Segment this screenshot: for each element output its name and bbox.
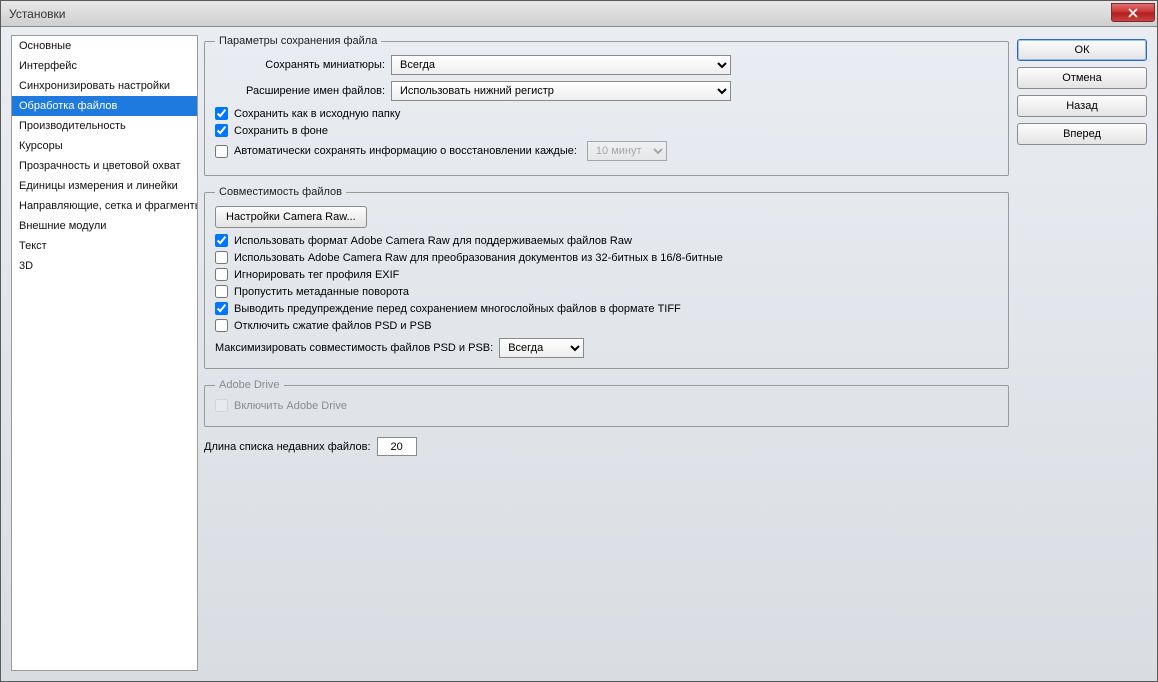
autosave-label: Автоматически сохранять информацию о вос… <box>234 145 577 157</box>
sidebar-item-transparency[interactable]: Прозрачность и цветовой охват <box>12 156 197 176</box>
use-acr-raw-label: Использовать формат Adobe Camera Raw для… <box>234 235 632 247</box>
tiff-warning-label: Выводить предупреждение перед сохранение… <box>234 303 681 315</box>
skip-rotation-checkbox[interactable] <box>215 285 228 298</box>
adobe-drive-group: Adobe Drive Включить Adobe Drive <box>204 379 1009 427</box>
recent-files-row: Длина списка недавних файлов: <box>204 437 1009 456</box>
save-original-label: Сохранить как в исходную папку <box>234 108 400 120</box>
back-button[interactable]: Назад <box>1017 95 1147 117</box>
use-acr-convert-checkbox[interactable] <box>215 251 228 264</box>
file-save-group: Параметры сохранения файла Сохранять мин… <box>204 35 1009 176</box>
file-save-legend: Параметры сохранения файла <box>215 35 381 47</box>
main-panel: Параметры сохранения файла Сохранять мин… <box>204 35 1009 671</box>
sidebar: Основные Интерфейс Синхронизировать наст… <box>11 35 198 671</box>
sidebar-item-general[interactable]: Основные <box>12 36 197 56</box>
tiff-warning-checkbox[interactable] <box>215 302 228 315</box>
use-acr-convert-label: Использовать Adobe Camera Raw для преобр… <box>234 252 723 264</box>
camera-raw-settings-button[interactable]: Настройки Camera Raw... <box>215 206 367 228</box>
sidebar-item-type[interactable]: Текст <box>12 236 197 256</box>
compat-legend: Совместимость файлов <box>215 186 346 198</box>
save-background-checkbox-row: Сохранить в фоне <box>215 124 998 137</box>
close-icon <box>1128 8 1138 18</box>
sidebar-item-cursors[interactable]: Курсоры <box>12 136 197 156</box>
disable-psd-compress-checkbox[interactable] <box>215 319 228 332</box>
content-area: Основные Интерфейс Синхронизировать наст… <box>1 27 1157 681</box>
adobe-drive-legend: Adobe Drive <box>215 379 284 391</box>
save-original-checkbox[interactable] <box>215 107 228 120</box>
ok-button[interactable]: ОК <box>1017 39 1147 61</box>
enable-adobe-drive-checkbox <box>215 399 228 412</box>
autosave-checkbox-row: Автоматически сохранять информацию о вос… <box>215 141 998 161</box>
forward-button[interactable]: Вперед <box>1017 123 1147 145</box>
titlebar: Установки <box>1 1 1157 27</box>
window-title: Установки <box>9 7 65 21</box>
enable-adobe-drive-label: Включить Adobe Drive <box>234 400 347 412</box>
sidebar-item-performance[interactable]: Производительность <box>12 116 197 136</box>
sidebar-item-sync-settings[interactable]: Синхронизировать настройки <box>12 76 197 96</box>
ignore-exif-label: Игнорировать тег профиля EXIF <box>234 269 399 281</box>
thumbnails-label: Сохранять миниатюры: <box>215 59 385 71</box>
right-button-column: ОК Отмена Назад Вперед <box>1017 35 1147 671</box>
sidebar-item-plugins[interactable]: Внешние модули <box>12 216 197 236</box>
thumbnails-select[interactable]: Всегда <box>391 55 731 75</box>
sidebar-item-guides[interactable]: Направляющие, сетка и фрагменты <box>12 196 197 216</box>
sidebar-item-3d[interactable]: 3D <box>12 256 197 276</box>
disable-psd-compress-label: Отключить сжатие файлов PSD и PSB <box>234 320 432 332</box>
skip-rotation-label: Пропустить метаданные поворота <box>234 286 409 298</box>
ext-label: Расширение имен файлов: <box>215 85 385 97</box>
sidebar-item-interface[interactable]: Интерфейс <box>12 56 197 76</box>
use-acr-raw-checkbox[interactable] <box>215 234 228 247</box>
maxcompat-label: Максимизировать совместимость файлов PSD… <box>215 342 493 354</box>
ignore-exif-checkbox[interactable] <box>215 268 228 281</box>
sidebar-item-units[interactable]: Единицы измерения и линейки <box>12 176 197 196</box>
preferences-window: Установки Основные Интерфейс Синхронизир… <box>0 0 1158 682</box>
maxcompat-select[interactable]: Всегда <box>499 338 584 358</box>
sidebar-item-file-handling[interactable]: Обработка файлов <box>12 96 197 116</box>
save-original-checkbox-row: Сохранить как в исходную папку <box>215 107 998 120</box>
autosave-interval-select: 10 минут <box>587 141 667 161</box>
save-background-checkbox[interactable] <box>215 124 228 137</box>
save-background-label: Сохранить в фоне <box>234 125 328 137</box>
autosave-checkbox[interactable] <box>215 145 228 158</box>
cancel-button[interactable]: Отмена <box>1017 67 1147 89</box>
extension-select[interactable]: Использовать нижний регистр <box>391 81 731 101</box>
close-button[interactable] <box>1111 3 1155 22</box>
recent-files-input[interactable] <box>377 437 417 456</box>
compat-group: Совместимость файлов Настройки Camera Ra… <box>204 186 1009 369</box>
recent-files-label: Длина списка недавних файлов: <box>204 441 371 453</box>
